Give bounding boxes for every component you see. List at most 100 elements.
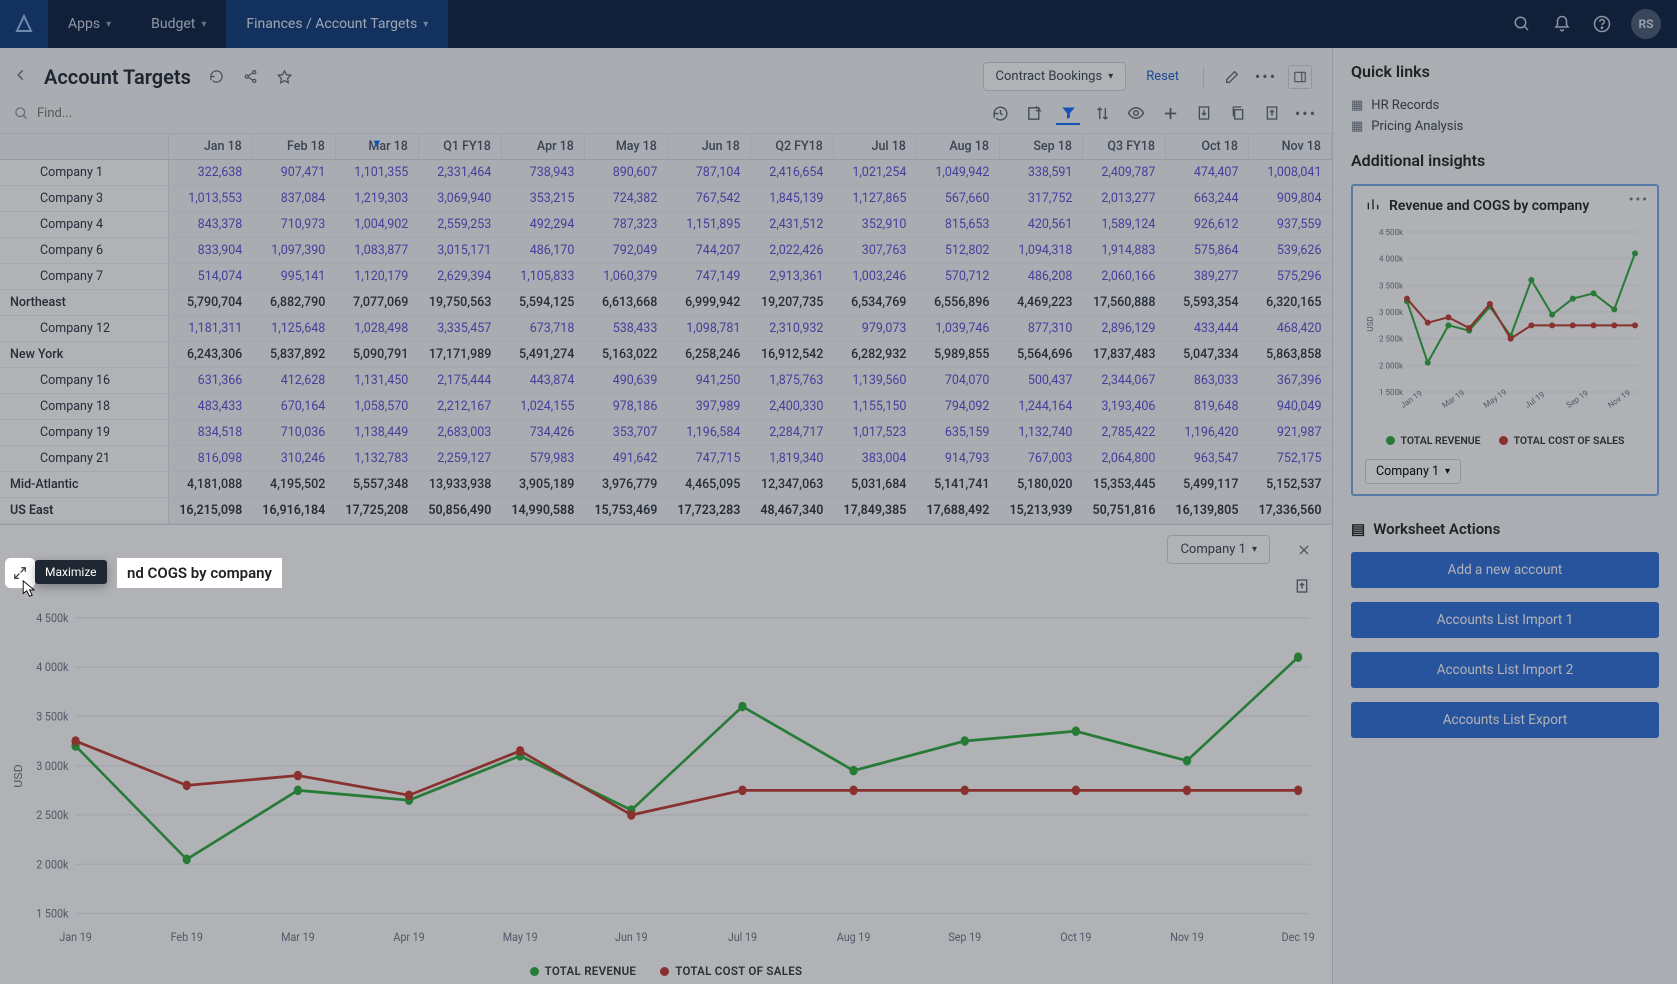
cell[interactable]: 5,557,348 xyxy=(335,472,418,498)
insight-card[interactable]: ••• Revenue and COGS by company 1 500k2 … xyxy=(1351,184,1659,496)
export-button[interactable]: Accounts List Export xyxy=(1351,702,1659,738)
filter-icon[interactable] xyxy=(1056,101,1080,125)
cell[interactable]: 2,284,717 xyxy=(750,420,833,446)
column-header[interactable]: May 18 xyxy=(584,134,667,160)
cell[interactable]: 1,039,746 xyxy=(916,316,999,342)
cell[interactable]: 837,084 xyxy=(252,186,335,212)
cell[interactable]: 6,243,306 xyxy=(169,342,253,368)
cell[interactable]: 787,104 xyxy=(667,160,750,186)
cell[interactable]: 877,310 xyxy=(999,316,1082,342)
cell[interactable]: 1,105,833 xyxy=(501,264,584,290)
cell[interactable]: 1,098,781 xyxy=(667,316,750,342)
cell[interactable]: 17,837,483 xyxy=(1082,342,1165,368)
cell[interactable]: 50,751,816 xyxy=(1082,498,1165,524)
cell[interactable]: 367,396 xyxy=(1248,368,1331,394)
column-header[interactable]: Jan 18 xyxy=(169,134,253,160)
table-row[interactable]: Company 31,013,553837,0841,219,3033,069,… xyxy=(0,186,1332,212)
table-row[interactable]: Company 7514,074995,1411,120,1792,629,39… xyxy=(0,264,1332,290)
cell[interactable]: 5,499,117 xyxy=(1165,472,1248,498)
row-label[interactable]: Company 7 xyxy=(0,264,169,290)
cell[interactable]: 5,180,020 xyxy=(999,472,1082,498)
cell[interactable]: 50,856,490 xyxy=(418,498,501,524)
cell[interactable]: 2,913,361 xyxy=(750,264,833,290)
cell[interactable]: 6,999,942 xyxy=(667,290,750,316)
table-row[interactable]: New York6,243,3065,837,8925,090,79117,17… xyxy=(0,342,1332,368)
cell[interactable]: 383,004 xyxy=(833,446,916,472)
cell[interactable]: 7,077,069 xyxy=(335,290,418,316)
cell[interactable]: 710,973 xyxy=(252,212,335,238)
cell[interactable]: 17,723,283 xyxy=(667,498,750,524)
table-row[interactable]: Company 6833,9041,097,3901,083,8773,015,… xyxy=(0,238,1332,264)
cell[interactable]: 1,058,570 xyxy=(335,394,418,420)
cell[interactable]: 670,164 xyxy=(252,394,335,420)
close-chart-icon[interactable] xyxy=(1292,538,1316,562)
cell[interactable]: 15,753,469 xyxy=(584,498,667,524)
sort-icon[interactable] xyxy=(1090,101,1114,125)
cell[interactable]: 538,433 xyxy=(584,316,667,342)
download-icon[interactable] xyxy=(1192,101,1216,125)
cell[interactable]: 492,294 xyxy=(501,212,584,238)
row-label[interactable]: Company 19 xyxy=(0,420,169,446)
cell[interactable]: 19,207,735 xyxy=(750,290,833,316)
cell[interactable]: 322,638 xyxy=(169,160,253,186)
add-account-button[interactable]: Add a new account xyxy=(1351,552,1659,588)
cell[interactable]: 926,612 xyxy=(1165,212,1248,238)
cell[interactable]: 744,207 xyxy=(667,238,750,264)
cell[interactable]: 16,912,542 xyxy=(750,342,833,368)
cell[interactable]: 5,163,022 xyxy=(584,342,667,368)
cell[interactable]: 1,132,740 xyxy=(999,420,1082,446)
cell[interactable]: 834,518 xyxy=(169,420,253,446)
table-row[interactable]: Northeast5,790,7046,882,7907,077,06919,7… xyxy=(0,290,1332,316)
column-header[interactable]: Nov 18 xyxy=(1248,134,1331,160)
cell[interactable]: 1,132,783 xyxy=(335,446,418,472)
cell[interactable]: 17,688,492 xyxy=(916,498,999,524)
cell[interactable]: 1,914,883 xyxy=(1082,238,1165,264)
cell[interactable]: 2,344,067 xyxy=(1082,368,1165,394)
cell[interactable]: 512,802 xyxy=(916,238,999,264)
nav-apps[interactable]: Apps▾ xyxy=(48,0,131,48)
cell[interactable]: 3,069,940 xyxy=(418,186,501,212)
cell[interactable]: 16,916,184 xyxy=(252,498,335,524)
cell[interactable]: 5,491,274 xyxy=(501,342,584,368)
add-icon[interactable] xyxy=(1158,101,1182,125)
panel-toggle-icon[interactable] xyxy=(1288,65,1312,89)
column-header[interactable]: Q2 FY18 xyxy=(750,134,833,160)
cell[interactable]: 1,024,155 xyxy=(501,394,584,420)
app-logo[interactable] xyxy=(0,0,48,48)
column-header[interactable]: Jun 18 xyxy=(667,134,750,160)
cell[interactable]: 5,047,334 xyxy=(1165,342,1248,368)
contract-bookings-select[interactable]: Contract Bookings▾ xyxy=(983,62,1127,91)
cell[interactable]: 579,983 xyxy=(501,446,584,472)
cell[interactable]: 1,155,150 xyxy=(833,394,916,420)
table-row[interactable]: Mid-Atlantic4,181,0884,195,5025,557,3481… xyxy=(0,472,1332,498)
cell[interactable]: 2,785,422 xyxy=(1082,420,1165,446)
copy-icon[interactable] xyxy=(1226,101,1250,125)
column-header[interactable]: Oct 18 xyxy=(1165,134,1248,160)
cell[interactable]: 1,021,254 xyxy=(833,160,916,186)
cell[interactable]: 1,589,124 xyxy=(1082,212,1165,238)
table-row[interactable]: Company 1322,638907,4711,101,3552,331,46… xyxy=(0,160,1332,186)
cell[interactable]: 843,378 xyxy=(169,212,253,238)
cell[interactable]: 491,642 xyxy=(584,446,667,472)
cell[interactable]: 500,437 xyxy=(999,368,1082,394)
cell[interactable]: 433,444 xyxy=(1165,316,1248,342)
cell[interactable]: 2,559,253 xyxy=(418,212,501,238)
cell[interactable]: 1,151,895 xyxy=(667,212,750,238)
cell[interactable]: 490,639 xyxy=(584,368,667,394)
table-row[interactable]: Company 19834,518710,0361,138,4492,683,0… xyxy=(0,420,1332,446)
table-row[interactable]: Company 16631,366412,6281,131,4502,175,4… xyxy=(0,368,1332,394)
cell[interactable]: 352,910 xyxy=(833,212,916,238)
cell[interactable]: 48,467,340 xyxy=(750,498,833,524)
cell[interactable]: 2,431,512 xyxy=(750,212,833,238)
cell[interactable]: 963,547 xyxy=(1165,446,1248,472)
cell[interactable]: 2,022,426 xyxy=(750,238,833,264)
row-label[interactable]: Company 16 xyxy=(0,368,169,394)
cell[interactable]: 767,003 xyxy=(999,446,1082,472)
cell[interactable]: 6,282,932 xyxy=(833,342,916,368)
column-header[interactable]: Q1 FY18 xyxy=(418,134,501,160)
nav-breadcrumb[interactable]: Finances / Account Targets▾ xyxy=(226,0,448,48)
share-icon[interactable] xyxy=(239,65,263,89)
cell[interactable]: 863,033 xyxy=(1165,368,1248,394)
cell[interactable]: 567,660 xyxy=(916,186,999,212)
cell[interactable]: 483,433 xyxy=(169,394,253,420)
